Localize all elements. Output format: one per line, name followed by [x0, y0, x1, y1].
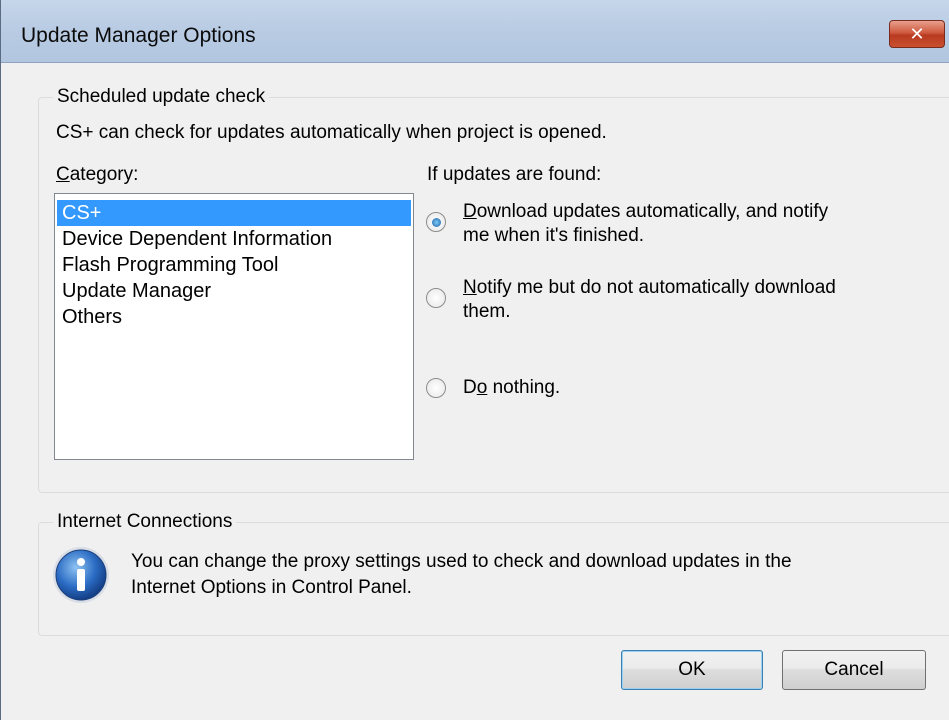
- radio-button-checked[interactable]: [426, 212, 446, 232]
- close-icon: ✕: [909, 23, 925, 44]
- title-bar[interactable]: Update Manager Options ✕: [1, 0, 949, 63]
- internet-connections-info-text: You can change the proxy settings used t…: [131, 551, 792, 598]
- scheduled-update-description: CS+ can check for updates automatically …: [56, 122, 607, 143]
- category-item-others[interactable]: Others: [55, 304, 413, 330]
- radio-notify-only-label: Notify me but do not automatically downl…: [463, 277, 836, 322]
- category-item-cs-plus[interactable]: CS+: [57, 200, 411, 226]
- radio-download-automatically-label: Download updates automatically, and noti…: [463, 201, 829, 246]
- category-label: Category:: [56, 164, 139, 185]
- radio-button-unchecked[interactable]: [426, 288, 446, 308]
- radio-download-automatically[interactable]: Download updates automatically, and noti…: [426, 200, 946, 248]
- window-title: Update Manager Options: [21, 24, 256, 47]
- scheduled-update-legend: Scheduled update check: [53, 86, 270, 108]
- dialog-client: Scheduled update check CS+ can check for…: [1, 63, 949, 720]
- category-listbox[interactable]: CS+ Device Dependent Information Flash P…: [54, 193, 414, 460]
- internet-connections-group: Internet Connections You can change the …: [38, 511, 949, 636]
- close-button[interactable]: ✕: [889, 20, 945, 48]
- ok-button[interactable]: OK: [621, 650, 763, 690]
- category-item-flash-programming-tool[interactable]: Flash Programming Tool: [55, 252, 413, 278]
- radio-button-unchecked[interactable]: [426, 378, 446, 398]
- radio-notify-only[interactable]: Notify me but do not automatically downl…: [426, 276, 946, 324]
- category-item-update-manager[interactable]: Update Manager: [55, 278, 413, 304]
- radio-do-nothing[interactable]: Do nothing.: [426, 366, 946, 400]
- radio-do-nothing-label: Do nothing.: [463, 377, 561, 398]
- internet-connections-legend: Internet Connections: [53, 511, 237, 533]
- scheduled-update-group: Scheduled update check CS+ can check for…: [38, 86, 949, 493]
- category-item-device-dependent-information[interactable]: Device Dependent Information: [55, 226, 413, 252]
- if-updates-found-label: If updates are found:: [427, 164, 602, 185]
- dialog-window: Update Manager Options ✕ Scheduled updat…: [0, 0, 949, 720]
- cancel-button[interactable]: Cancel: [782, 650, 926, 690]
- info-icon: [53, 547, 109, 603]
